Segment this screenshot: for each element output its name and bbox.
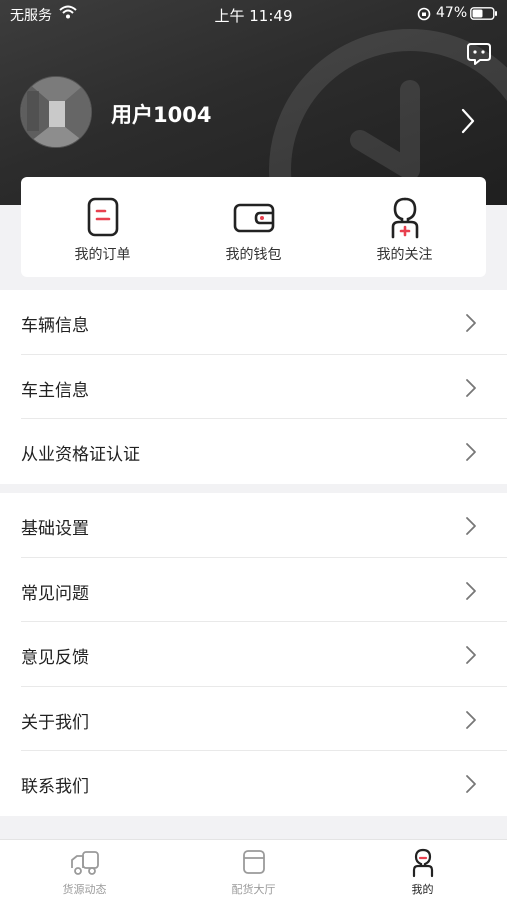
chevron-right-icon[interactable]: [461, 108, 475, 134]
orientation-lock-icon: [417, 7, 431, 21]
tab-label: 我的: [411, 883, 434, 896]
menu-item-qualification-cert[interactable]: 从业资格证认证: [0, 419, 507, 484]
menu-item-faq[interactable]: 常见问题: [0, 558, 507, 622]
hall-icon: [242, 850, 265, 874]
order-icon: [87, 197, 118, 237]
follow-icon: [391, 197, 418, 239]
tab-dispatch-hall[interactable]: 配货大厅: [169, 840, 338, 900]
menu-item-label: 从业资格证认证: [21, 445, 140, 465]
battery-percentage: 47%: [436, 5, 468, 21]
chevron-right-icon: [466, 517, 476, 535]
menu-item-vehicle-info[interactable]: 车辆信息: [0, 290, 507, 355]
wallet-icon: [233, 203, 274, 233]
tab-label: 配货大厅: [231, 883, 276, 896]
menu-item-contact-us[interactable]: 联系我们: [0, 751, 507, 816]
tab-label: 货源动态: [62, 883, 107, 896]
chevron-right-icon: [466, 443, 476, 461]
my-wallet-button[interactable]: 我的钱包: [176, 177, 331, 277]
menu-item-label: 车辆信息: [21, 316, 89, 336]
menu-item-about-us[interactable]: 关于我们: [0, 687, 507, 751]
menu-item-label: 基础设置: [21, 519, 89, 539]
menu-item-label: 联系我们: [21, 777, 89, 797]
battery-icon: [470, 7, 497, 20]
bottom-tab-bar: 货源动态 配货大厅 我的: [0, 839, 507, 900]
chevron-right-icon: [466, 314, 476, 332]
status-bar: 无服务 上午 11:49 47%: [0, 0, 507, 28]
truck-icon: [70, 851, 99, 875]
chevron-right-icon: [466, 710, 476, 729]
avatar[interactable]: [20, 76, 92, 148]
menu-item-label: 关于我们: [21, 712, 89, 733]
tab-cargo-updates[interactable]: 货源动态: [0, 840, 169, 900]
menu-item-label: 车主信息: [21, 380, 89, 401]
avatar-photo: [21, 77, 91, 147]
chevron-right-icon: [466, 775, 476, 793]
my-orders-label: 我的订单: [74, 247, 131, 263]
menu-group-vehicle: 车辆信息 车主信息 从业资格证认证: [0, 290, 507, 484]
menu-item-basic-settings[interactable]: 基础设置: [0, 493, 507, 558]
my-follows-label: 我的关注: [376, 247, 433, 263]
chevron-right-icon: [466, 378, 476, 397]
menu-item-feedback[interactable]: 意见反馈: [0, 622, 507, 687]
person-icon: [412, 848, 433, 878]
chevron-right-icon: [466, 581, 476, 600]
my-wallet-label: 我的钱包: [225, 247, 282, 263]
menu-item-owner-info[interactable]: 车主信息: [0, 355, 507, 419]
menu-item-label: 常见问题: [21, 583, 89, 604]
username[interactable]: 用户1004: [111, 99, 211, 129]
menu-item-label: 意见反馈: [21, 648, 89, 668]
my-follows-button[interactable]: 我的关注: [327, 177, 482, 277]
chevron-right-icon: [466, 646, 476, 664]
message-icon[interactable]: [466, 42, 492, 66]
quick-actions-card: 我的订单 我的钱包 我的关注: [21, 177, 486, 277]
my-orders-button[interactable]: 我的订单: [25, 177, 180, 277]
menu-group-general: 基础设置 常见问题 意见反馈 关于我们 联系我们: [0, 493, 507, 816]
tab-mine[interactable]: 我的: [338, 840, 507, 900]
